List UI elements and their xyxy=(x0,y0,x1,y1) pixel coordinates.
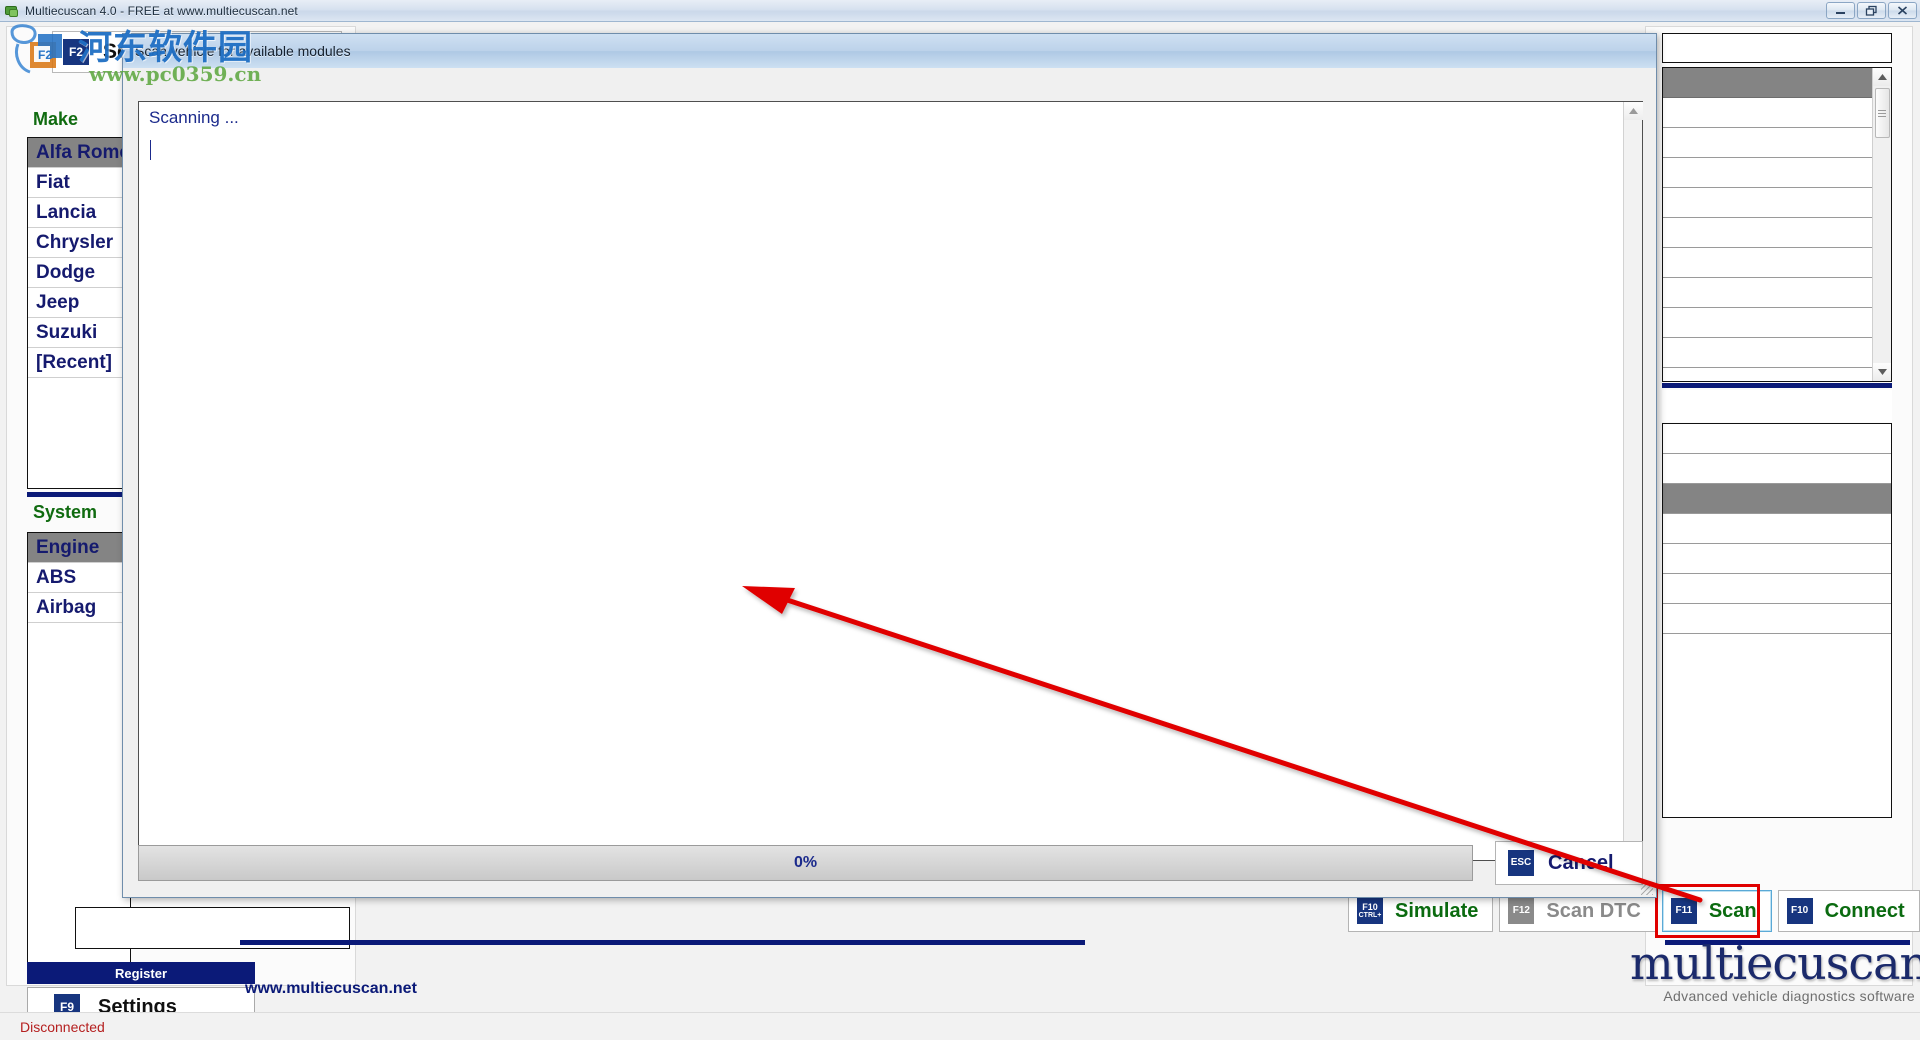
f10-ctrl-key-badge: F10 CTRL+ xyxy=(1357,898,1383,924)
connect-button[interactable]: F10 Connect xyxy=(1777,890,1920,932)
list-item[interactable]: Chrysler xyxy=(28,228,130,258)
table-row[interactable] xyxy=(1663,218,1891,248)
list-item[interactable]: Fiat xyxy=(28,168,130,198)
brand-logo-tagline: Advanced vehicle diagnostics software xyxy=(1663,988,1915,1004)
minimize-icon[interactable] xyxy=(1826,2,1855,19)
scan-progress-label: 0% xyxy=(793,854,818,871)
system-listbox[interactable]: Engine ABS Airbag xyxy=(27,532,131,964)
scroll-down-icon[interactable] xyxy=(1872,363,1891,381)
make-listbox[interactable]: Alfa Romeo Fiat Lancia Chrysler Dodge Je… xyxy=(27,137,131,489)
scan-progress-bar: 0% xyxy=(138,845,1473,881)
table-row[interactable] xyxy=(1663,454,1891,484)
scan-button[interactable]: F11 Scan xyxy=(1661,890,1772,932)
list-item[interactable]: Engine xyxy=(28,533,130,563)
connect-button-label: Connect xyxy=(1824,899,1905,922)
table-row[interactable] xyxy=(1663,278,1891,308)
scan-log-text: Scanning ... xyxy=(149,108,239,127)
scan-dialog: Scan vehicle for available modules Scann… xyxy=(122,33,1657,898)
multiecuscan-logo: multiecuscan Advanced vehicle diagnostic… xyxy=(1630,936,1920,1005)
cancel-button-label: Cancel xyxy=(1548,851,1614,874)
make-section-header: Make xyxy=(33,109,79,129)
scrollbar-track[interactable] xyxy=(1624,120,1642,842)
scroll-up-icon[interactable] xyxy=(1872,68,1891,86)
table-row[interactable] xyxy=(1663,248,1891,278)
list-item[interactable]: Jeep xyxy=(28,288,130,318)
right-panel-spacer xyxy=(1662,390,1892,422)
register-banner[interactable]: Register xyxy=(27,962,255,984)
table-row[interactable] xyxy=(1663,338,1891,368)
cancel-button[interactable]: ESC Cancel xyxy=(1495,841,1643,885)
list-item[interactable]: Lancia xyxy=(28,198,130,228)
scan-dtc-button-label: Scan DTC xyxy=(1546,899,1641,922)
text-caret xyxy=(150,140,151,160)
table-row[interactable] xyxy=(1663,544,1891,574)
f12-key-badge: F12 xyxy=(1508,898,1535,924)
scan-dialog-titlebar: Scan vehicle for available modules xyxy=(123,34,1656,68)
list-item[interactable]: Dodge xyxy=(28,258,130,288)
table-row[interactable] xyxy=(1663,128,1891,158)
scan-dialog-title: Scan vehicle for available modules xyxy=(135,43,351,59)
f11-key-badge: F11 xyxy=(1670,898,1697,924)
table-row[interactable] xyxy=(1663,308,1891,338)
esc-key-badge: ESC xyxy=(1508,850,1534,876)
window-controls xyxy=(1826,2,1917,19)
system-section-header: System xyxy=(33,502,98,522)
right-panel-divider xyxy=(1662,383,1892,388)
window-titlebar: Multiecuscan 4.0 - FREE at www.multiecus… xyxy=(0,0,1920,22)
brand-logo-word: multiecuscan xyxy=(1630,936,1920,990)
scroll-up-icon[interactable] xyxy=(1624,102,1643,120)
close-icon[interactable] xyxy=(1888,2,1917,19)
application-window: Multiecuscan 4.0 - FREE at www.multiecus… xyxy=(0,0,1920,1040)
connection-status-text: Disconnected xyxy=(20,1018,105,1035)
simulate-button-label: Simulate xyxy=(1395,899,1479,922)
make-system-divider xyxy=(27,492,131,497)
list-item[interactable]: ABS xyxy=(28,563,130,593)
resize-grip-icon[interactable] xyxy=(1641,883,1653,895)
table-row[interactable] xyxy=(1663,98,1891,128)
list-item[interactable]: [Recent] xyxy=(28,348,130,378)
scan-log-scrollbar[interactable] xyxy=(1623,102,1643,860)
status-bar: Disconnected xyxy=(0,1012,1920,1040)
right-panel xyxy=(1645,26,1913,986)
app-icon xyxy=(4,3,20,19)
system-detail-listbox[interactable] xyxy=(1662,423,1892,818)
table-row[interactable] xyxy=(1663,484,1891,514)
window-title: Multiecuscan 4.0 - FREE at www.multiecus… xyxy=(25,3,298,18)
table-row[interactable] xyxy=(1663,158,1891,188)
list-item[interactable]: Alfa Romeo xyxy=(28,138,130,168)
list-item[interactable]: Suzuki xyxy=(28,318,130,348)
list-item[interactable]: Airbag xyxy=(28,593,130,623)
table-row[interactable] xyxy=(1663,424,1891,454)
scan-button-label: Scan xyxy=(1708,899,1757,922)
f10-key-badge: F10 xyxy=(1786,898,1813,924)
table-row[interactable] xyxy=(1663,188,1891,218)
f2-key-badge: F2 xyxy=(63,39,89,65)
vehicle-info-box xyxy=(1662,33,1892,63)
table-row[interactable] xyxy=(1663,514,1891,544)
table-row[interactable] xyxy=(1663,574,1891,604)
brand-website-link[interactable]: www.multiecuscan.net xyxy=(245,980,417,998)
restore-icon[interactable] xyxy=(1857,2,1886,19)
module-list-scrollbar[interactable] xyxy=(1872,68,1891,381)
scrollbar-thumb[interactable] xyxy=(1874,88,1890,138)
table-row xyxy=(1663,68,1891,98)
scan-log-area[interactable]: Scanning ... xyxy=(138,101,1643,861)
scan-dialog-body: Scanning ... 0% ESC Cancel xyxy=(123,68,1656,897)
table-row[interactable] xyxy=(1663,604,1891,634)
module-listbox[interactable] xyxy=(1662,67,1892,382)
